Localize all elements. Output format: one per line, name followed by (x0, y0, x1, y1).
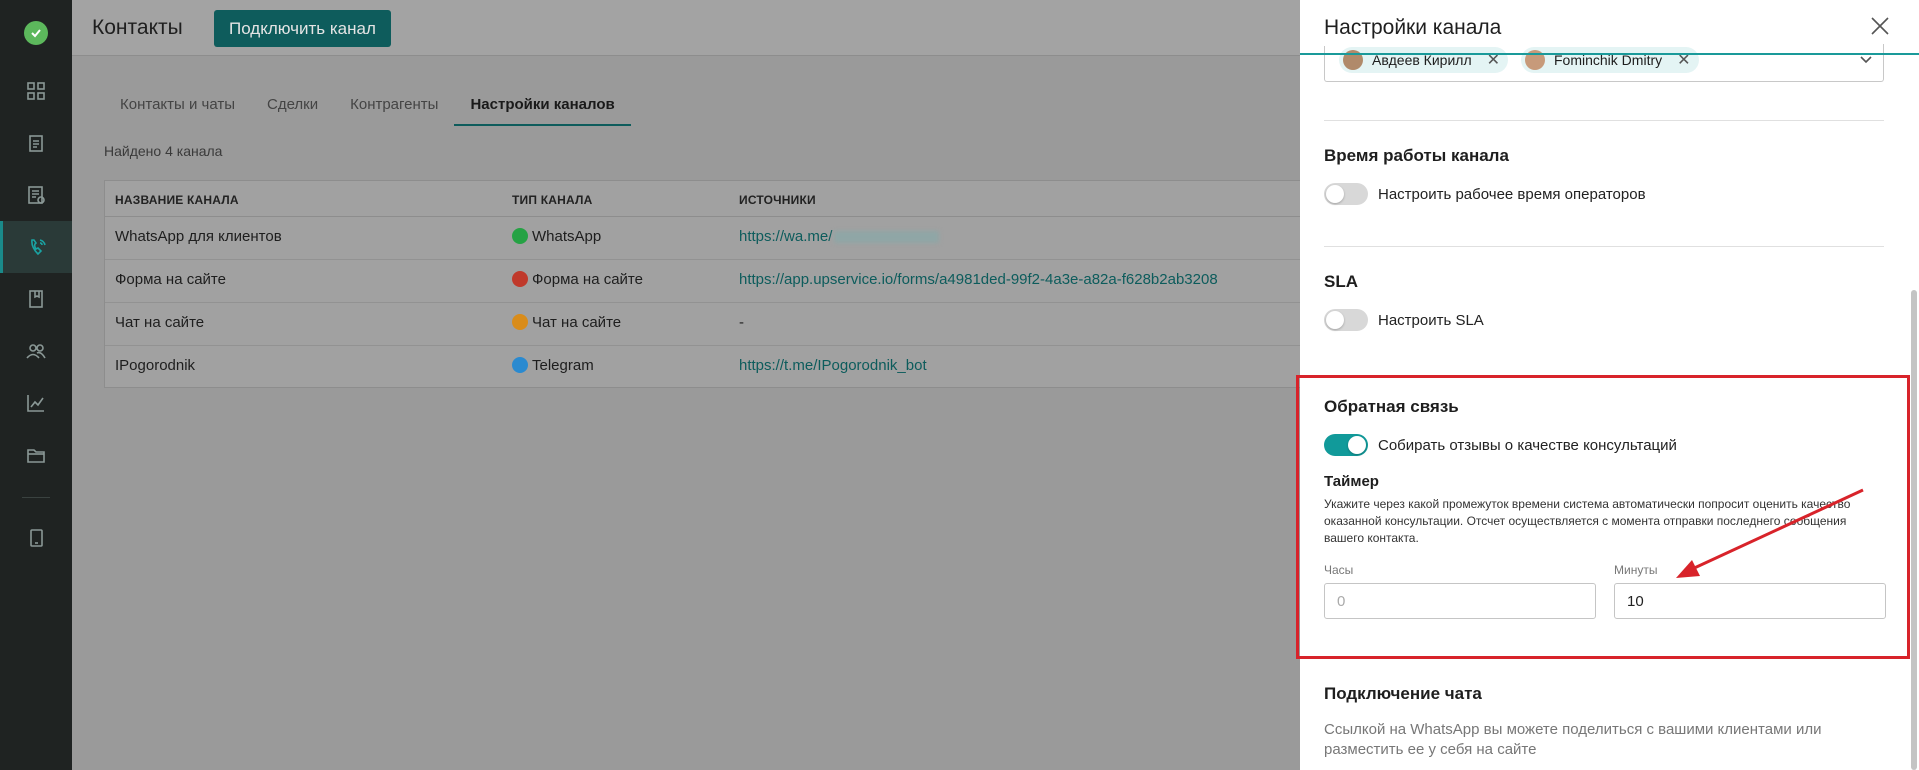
form-icon (512, 271, 528, 287)
table-row[interactable]: Форма на сайте Форма на сайте https://ap… (105, 260, 1412, 303)
channel-type-label: WhatsApp (532, 228, 602, 245)
redacted-number (834, 231, 940, 244)
divider (1324, 120, 1884, 121)
source-link-text: https://wa.me/ (739, 228, 833, 245)
annotation-highlight-box (1296, 375, 1910, 659)
channel-source-link[interactable]: https://t.me/IPogorodnik_bot (739, 357, 927, 374)
close-icon[interactable] (1868, 14, 1892, 38)
sla-toggle-label: Настроить SLA (1378, 312, 1484, 329)
sla-toggle[interactable] (1324, 309, 1368, 331)
knowledge-icon[interactable] (0, 273, 72, 325)
connect-channel-button[interactable]: Подключить канал (214, 10, 391, 47)
team-icon[interactable] (0, 325, 72, 377)
channel-type: Telegram (512, 357, 594, 374)
channel-name: Форма на сайте (115, 271, 226, 288)
reports-icon[interactable] (0, 169, 72, 221)
mobile-icon[interactable] (0, 512, 72, 564)
analytics-icon[interactable] (0, 377, 72, 429)
whatsapp-icon (512, 228, 528, 244)
chat-icon (512, 314, 528, 330)
channels-table: НАЗВАНИЕ КАНАЛА ТИП КАНАЛА ИСТОЧНИКИ АД … (104, 180, 1412, 389)
column-header: НАЗВАНИЕ КАНАЛА (115, 193, 239, 207)
channel-type: Чат на сайте (512, 314, 621, 331)
toggle-knob (1326, 185, 1344, 203)
channel-type: Форма на сайте (512, 271, 643, 288)
dashboard-icon[interactable] (0, 65, 72, 117)
channel-type: WhatsApp (512, 228, 601, 245)
section-title-work-time: Время работы канала (1324, 146, 1509, 165)
work-time-toggle-label: Настроить рабочее время операторов (1378, 186, 1646, 203)
sidebar (0, 0, 72, 770)
tasks-icon[interactable] (0, 117, 72, 169)
panel-title: Настройки канала (1324, 8, 1824, 46)
channel-type-label: Форма на сайте (532, 271, 643, 288)
contacts-icon[interactable] (0, 221, 72, 273)
tab-contacts-chats[interactable]: Контакты и чаты (104, 94, 251, 126)
tab-counterparties[interactable]: Контрагенты (334, 94, 454, 126)
channel-name: IPogorodnik (115, 357, 196, 374)
telegram-icon (512, 357, 528, 373)
user-chip: Авдеев Кирилл ✕ (1339, 47, 1509, 73)
chat-description: Ссылкой на WhatsApp вы можете поделиться… (1324, 721, 1822, 758)
folder-icon[interactable] (0, 429, 72, 481)
sidebar-divider (22, 497, 50, 498)
column-header: ИСТОЧНИКИ (739, 193, 816, 207)
panel-scrollbar[interactable] (1911, 290, 1917, 770)
toggle-knob (1326, 311, 1344, 329)
work-time-toggle[interactable] (1324, 183, 1368, 205)
section-title-sla: SLA (1324, 272, 1358, 291)
channel-type-label: Telegram (532, 357, 594, 374)
column-header: ТИП КАНАЛА (512, 193, 593, 207)
table-row[interactable]: WhatsApp для клиентов WhatsApp https://w… (105, 217, 1412, 260)
channel-name: Чат на сайте (115, 314, 205, 331)
channel-source-link[interactable]: https://wa.me/ (739, 228, 940, 245)
channel-type-label: Чат на сайте (532, 314, 622, 331)
table-row[interactable]: Чат на сайте Чат на сайте - (105, 303, 1412, 346)
divider (1324, 246, 1884, 247)
table-row[interactable]: IPogorodnik Telegram https://t.me/IPogor… (105, 346, 1412, 389)
panel-header-divider (1300, 53, 1919, 55)
operators-multiselect[interactable]: Авдеев Кирилл ✕ Fominchik Dmitry ✕ (1324, 44, 1884, 82)
logo-check-icon[interactable] (24, 21, 48, 45)
found-count: Найдено 4 канала (104, 143, 223, 159)
channel-source-link[interactable]: https://app.upservice.io/forms/a4981ded-… (739, 271, 1218, 288)
page-title: Контакты (92, 16, 183, 39)
user-chip: Fominchik Dmitry ✕ (1521, 47, 1699, 73)
tab-channel-settings[interactable]: Настройки каналов (454, 94, 631, 126)
table-header: НАЗВАНИЕ КАНАЛА ТИП КАНАЛА ИСТОЧНИКИ АД (105, 181, 1408, 217)
tab-deals[interactable]: Сделки (251, 94, 334, 126)
section-title-chat: Подключение чата (1324, 684, 1482, 703)
tabs: Контакты и чаты Сделки Контрагенты Настр… (104, 94, 631, 126)
channel-name: WhatsApp для клиентов (115, 228, 282, 245)
channel-source: - (739, 314, 744, 331)
